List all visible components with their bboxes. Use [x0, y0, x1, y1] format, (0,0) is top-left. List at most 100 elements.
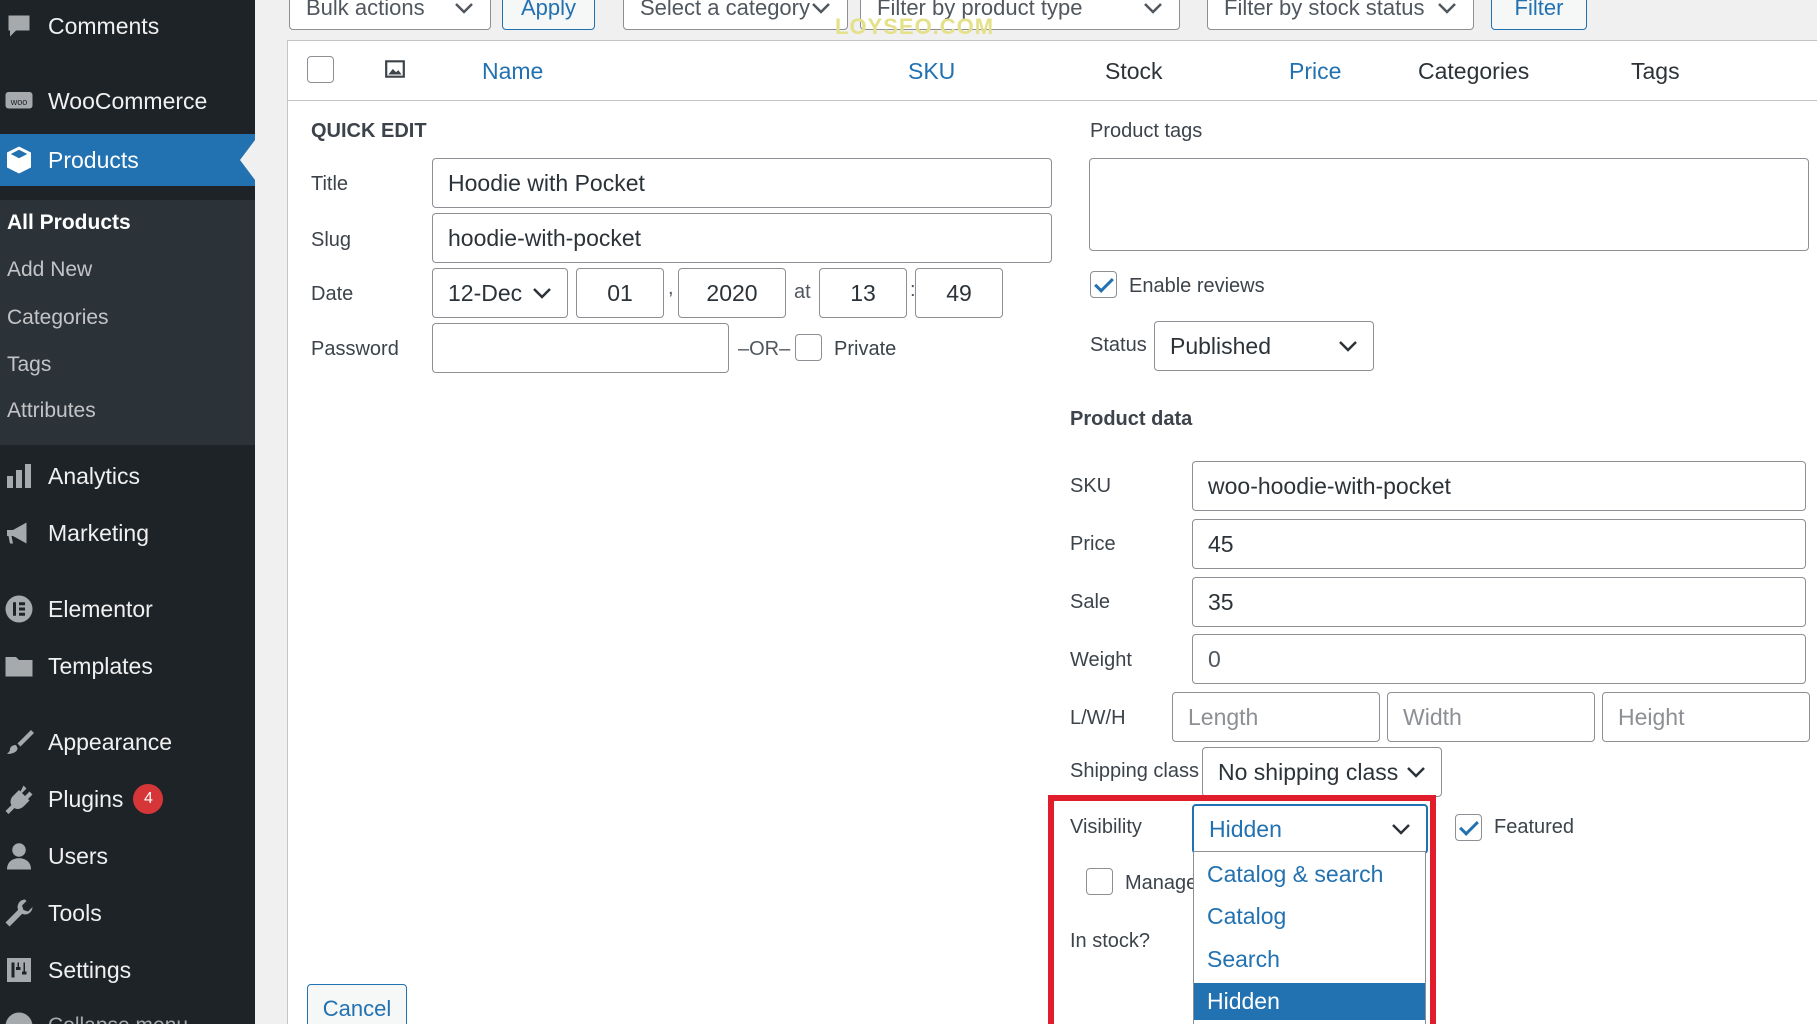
date-label: Date: [311, 283, 354, 305]
plugins-update-badge: 4: [133, 784, 164, 814]
menu-tools[interactable]: Tools: [0, 887, 255, 939]
or-separator: –OR–: [738, 338, 791, 360]
table-header: Name SKU Stock Price Categories Tags: [288, 41, 1817, 101]
product-tags-textarea[interactable]: [1089, 158, 1809, 251]
menu-elementor[interactable]: Elementor: [0, 583, 255, 635]
select-all-checkbox[interactable]: [307, 56, 334, 83]
brush-icon: [2, 725, 36, 759]
megaphone-icon: [2, 516, 36, 550]
date-hour-value: 13: [850, 279, 876, 306]
menu-users[interactable]: Users: [0, 830, 255, 882]
enable-reviews-checkbox[interactable]: [1090, 271, 1117, 298]
menu-plugins-label: Plugins: [48, 785, 124, 812]
menu-marketing[interactable]: Marketing: [0, 507, 255, 559]
visibility-option-catalog-search[interactable]: Catalog & search: [1194, 856, 1425, 893]
date-comma: ,: [668, 277, 674, 299]
height-input[interactable]: [1602, 692, 1810, 742]
submenu-add-new[interactable]: Add New: [7, 258, 92, 282]
date-hour-input[interactable]: 13: [819, 268, 907, 318]
featured-checkbox[interactable]: [1455, 814, 1482, 841]
shipping-class-value: No shipping class: [1218, 758, 1399, 785]
product-tags-label: Product tags: [1090, 120, 1203, 142]
menu-comments[interactable]: Comments: [0, 0, 255, 52]
stock-status-filter-select[interactable]: Filter by stock status: [1207, 0, 1474, 30]
column-tags: Tags: [1631, 58, 1680, 84]
menu-templates[interactable]: Templates: [0, 640, 255, 692]
quick-edit-heading: QUICK EDIT: [311, 120, 427, 142]
private-checkbox[interactable]: [795, 334, 822, 361]
menu-appearance-label: Appearance: [48, 728, 173, 755]
menu-elementor-label: Elementor: [48, 595, 153, 622]
private-label: Private: [834, 338, 897, 360]
date-month-value: 12-Dec: [448, 279, 523, 306]
date-year-value: 2020: [706, 279, 758, 306]
chevron-down-icon: [811, 1, 831, 15]
date-month-select[interactable]: 12-Dec: [432, 268, 568, 318]
date-minute-value: 49: [946, 279, 972, 306]
sku-input[interactable]: [1192, 461, 1806, 511]
slug-input[interactable]: [432, 213, 1052, 263]
title-input[interactable]: [432, 158, 1052, 208]
svg-text:woo: woo: [10, 97, 28, 107]
chevron-down-icon: [532, 286, 552, 300]
status-value: Published: [1170, 332, 1272, 359]
length-input[interactable]: [1172, 692, 1380, 742]
price-input[interactable]: [1192, 519, 1806, 569]
menu-settings-label: Settings: [48, 956, 132, 983]
shipping-class-select[interactable]: No shipping class: [1202, 747, 1442, 797]
submenu-attributes[interactable]: Attributes: [7, 399, 96, 423]
date-day-input[interactable]: 01: [576, 268, 664, 318]
column-stock: Stock: [1105, 58, 1163, 84]
menu-appearance[interactable]: Appearance: [0, 716, 255, 768]
menu-settings[interactable]: Settings: [0, 944, 255, 996]
date-minute-input[interactable]: 49: [915, 268, 1003, 318]
menu-analytics-label: Analytics: [48, 462, 141, 489]
column-sku[interactable]: SKU: [908, 58, 955, 85]
date-year-input[interactable]: 2020: [678, 268, 786, 318]
filter-button[interactable]: Filter: [1491, 0, 1587, 30]
visibility-option-search[interactable]: Search: [1194, 941, 1425, 978]
status-select[interactable]: Published: [1154, 321, 1374, 371]
filter-label: Filter: [1514, 0, 1564, 20]
visibility-option-catalog[interactable]: Catalog: [1194, 898, 1425, 935]
category-filter-select[interactable]: Select a category: [623, 0, 848, 30]
date-at-label: at: [794, 281, 811, 303]
sale-label: Sale: [1070, 591, 1111, 613]
chevron-down-icon: [1406, 765, 1426, 779]
products-submenu: All Products Add New Categories Tags Att…: [0, 200, 255, 445]
apply-button[interactable]: Apply: [502, 0, 595, 30]
column-price[interactable]: Price: [1289, 58, 1341, 85]
menu-woocommerce[interactable]: woo WooCommerce: [0, 75, 255, 127]
comment-icon: [2, 9, 36, 43]
width-input[interactable]: [1387, 692, 1595, 742]
submenu-tags[interactable]: Tags: [7, 353, 51, 377]
menu-products[interactable]: Products: [0, 134, 255, 186]
cancel-label: Cancel: [322, 996, 392, 1021]
chevron-down-icon: [454, 1, 474, 15]
collapse-icon: [2, 1009, 36, 1024]
menu-collapse[interactable]: Collapse menu: [0, 1000, 255, 1024]
visibility-option-hidden[interactable]: Hidden: [1194, 983, 1425, 1020]
cancel-button[interactable]: Cancel: [307, 984, 407, 1024]
wrench-icon: [2, 896, 36, 930]
sale-input[interactable]: [1192, 577, 1806, 627]
weight-input[interactable]: [1192, 634, 1806, 684]
submenu-all-products[interactable]: All Products: [7, 211, 131, 235]
bulk-actions-label: Bulk actions: [306, 0, 425, 20]
enable-reviews-label: Enable reviews: [1129, 275, 1265, 297]
submenu-categories[interactable]: Categories: [7, 306, 109, 330]
password-input[interactable]: [432, 323, 729, 373]
column-name[interactable]: Name: [482, 58, 543, 85]
sliders-icon: [2, 953, 36, 987]
category-filter-label: Select a category: [640, 0, 810, 20]
menu-woocommerce-label: WooCommerce: [48, 87, 208, 114]
chevron-down-icon: [1437, 1, 1457, 15]
chevron-down-icon: [1143, 1, 1163, 15]
watermark-text: LOYSEO.COM: [835, 14, 995, 39]
column-categories: Categories: [1418, 58, 1530, 84]
menu-analytics[interactable]: Analytics: [0, 450, 255, 502]
menu-plugins[interactable]: Plugins 4: [0, 773, 255, 825]
visibility-dropdown-list: Catalog & search Catalog Search Hidden: [1193, 851, 1426, 1024]
bulk-actions-select[interactable]: Bulk actions: [289, 0, 491, 30]
plug-icon: [2, 782, 36, 816]
